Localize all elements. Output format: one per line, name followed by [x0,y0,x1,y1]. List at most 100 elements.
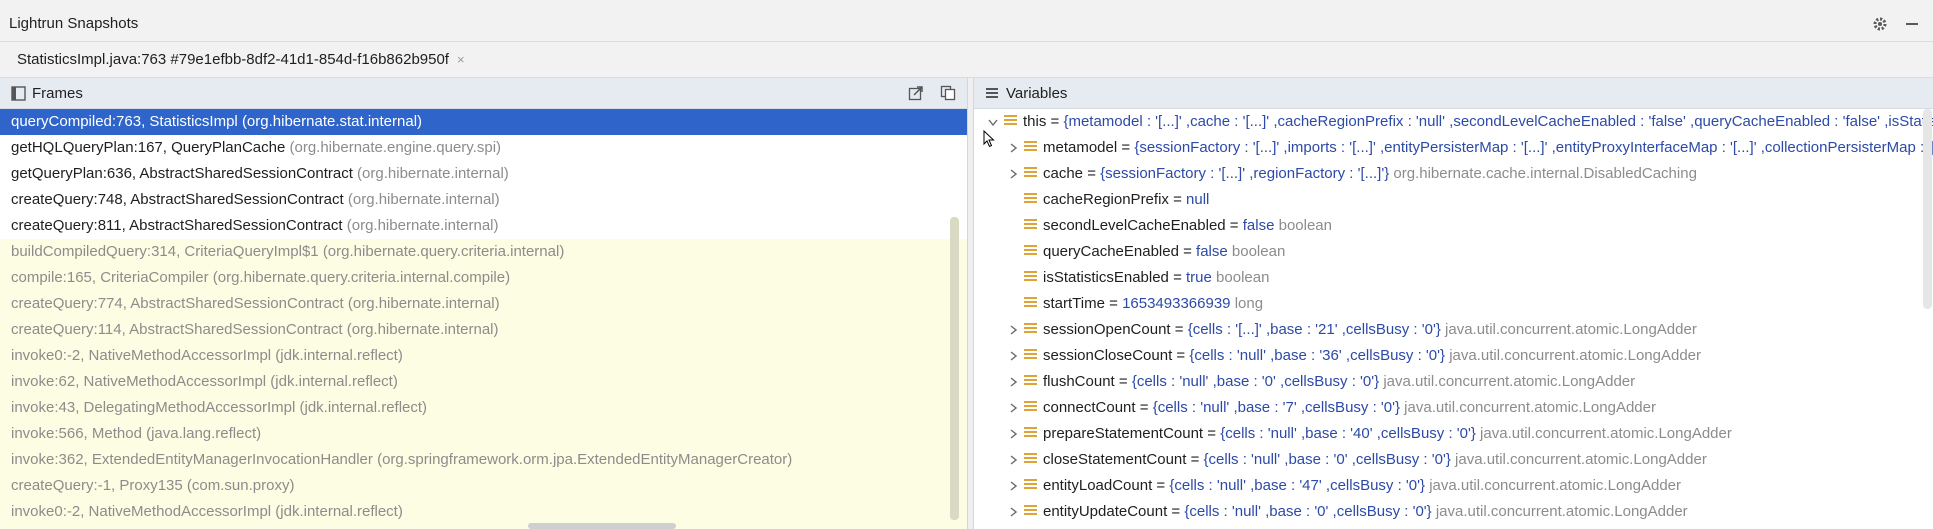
frame-package: (com.sun.proxy) [186,477,295,494]
variable-row[interactable]: metamodel = {sessionFactory : '[...]' ,i… [974,135,1933,161]
variable-name: connectCount [1043,399,1136,416]
variable-row[interactable]: startTime = 1653493366939 long [974,291,1933,317]
frame-method: invoke:62, NativeMethodAccessorImpl [11,373,267,390]
frame-row[interactable]: getHQLQueryPlan:167, QueryPlanCache (org… [0,135,967,161]
frame-row[interactable]: createQuery:748, AbstractSharedSessionCo… [0,187,967,213]
variable-value: {sessionFactory : '[...]' ,regionFactory… [1100,165,1390,182]
frame-package: (org.hibernate.engine.query.spi) [289,139,502,156]
chevron-right-icon[interactable] [1006,317,1020,343]
chevron-right-icon[interactable] [1006,135,1020,161]
frame-row[interactable]: invoke:43, DelegatingMethodAccessorImpl … [0,395,967,421]
frame-package: (org.hibernate.stat.internal) [241,113,423,130]
copy-icon[interactable] [939,84,957,102]
variable-value: false [1242,217,1275,234]
field-icon [1024,479,1037,493]
variable-row[interactable]: cacheRegionPrefix = null [974,187,1933,213]
variables-icon [984,85,1000,101]
variable-equals: = [1152,477,1170,494]
field-icon [1024,427,1037,441]
variable-value: {cells : 'null' ,base : '7' ,cellsBusy :… [1152,399,1400,416]
snapshot-tab[interactable]: StatisticsImpl.java:763 #79e1efbb-8df2-4… [0,42,475,77]
frame-method: createQuery:-1, Proxy135 [11,477,183,494]
horizontal-scrollbar[interactable] [528,523,676,529]
variable-row[interactable]: sessionCloseCount = {cells : 'null' ,bas… [974,343,1933,369]
variable-row[interactable]: flushCount = {cells : 'null' ,base : '0'… [974,369,1933,395]
frame-row[interactable]: queryCompiled:763, StatisticsImpl (org.h… [0,109,967,135]
minimize-icon[interactable] [1903,15,1921,33]
frame-package: (org.hibernate.internal) [347,191,500,208]
chevron-right-icon[interactable] [1006,161,1020,187]
frame-row[interactable]: invoke0:-2, NativeMethodAccessorImpl (jd… [0,499,967,525]
frame-package: (jdk.internal.reflect) [275,503,403,520]
frame-row[interactable]: compile:165, CriteriaCompiler (org.hiber… [0,265,967,291]
variable-row[interactable]: this = {metamodel : '[...]' ,cache : '[.… [974,109,1933,135]
variable-value: null [1186,191,1210,208]
variable-row[interactable]: sessionOpenCount = {cells : '[...]' ,bas… [974,317,1933,343]
variable-row[interactable]: queryCacheEnabled = false boolean [974,239,1933,265]
frame-method: createQuery:748, AbstractSharedSessionCo… [11,191,344,208]
variable-row[interactable]: isStatisticsEnabled = true boolean [974,265,1933,291]
variable-name: closeStatementCount [1043,451,1187,468]
variable-type: boolean [1231,243,1286,260]
field-icon [1024,375,1037,389]
frame-package: (jdk.internal.reflect) [299,399,428,416]
snapshot-tab-bar: StatisticsImpl.java:763 #79e1efbb-8df2-4… [0,42,1933,78]
frame-row[interactable]: invoke:566, Method (java.lang.reflect) [0,421,967,447]
variable-row[interactable]: closeStatementCount = {cells : 'null' ,b… [974,447,1933,473]
snapshot-tab-label: StatisticsImpl.java:763 #79e1efbb-8df2-4… [17,51,449,68]
field-icon [1024,401,1037,415]
frame-method: createQuery:114, AbstractSharedSessionCo… [11,321,343,338]
field-icon [1024,245,1037,259]
frame-method: createQuery:774, AbstractSharedSessionCo… [11,295,344,312]
frame-row[interactable]: createQuery:811, AbstractSharedSessionCo… [0,213,967,239]
frame-row[interactable]: createQuery:114, AbstractSharedSessionCo… [0,317,967,343]
chevron-right-icon[interactable] [1006,499,1020,525]
chevron-right-icon[interactable] [1006,473,1020,499]
variables-scrollbar[interactable] [1923,109,1932,309]
frame-row[interactable]: createQuery:-1, Proxy135 (com.sun.proxy) [0,473,967,499]
variable-equals: = [1168,269,1187,286]
variable-row[interactable]: entityUpdateCount = {cells : 'null' ,bas… [974,499,1933,525]
panel-splitter[interactable] [967,78,974,529]
gear-icon[interactable] [1871,15,1889,33]
frame-package: (org.springframework.orm.jpa.ExtendedEnt… [377,451,793,468]
frame-row[interactable]: invoke0:-2, NativeMethodAccessorImpl (jd… [0,343,967,369]
variable-row[interactable]: entityLoadCount = {cells : 'null' ,base … [974,473,1933,499]
chevron-right-icon[interactable] [1006,421,1020,447]
variable-type: boolean [1216,269,1270,286]
variable-name: entityUpdateCount [1043,503,1168,520]
variable-type: java.util.concurrent.atomic.LongAdder [1435,503,1688,520]
variable-row[interactable]: secondLevelCacheEnabled = false boolean [974,213,1933,239]
frame-row[interactable]: invoke:362, ExtendedEntityManagerInvocat… [0,447,967,473]
variable-row[interactable]: connectCount = {cells : 'null' ,base : '… [974,395,1933,421]
frame-row[interactable]: invoke:62, NativeMethodAccessorImpl (jdk… [0,369,967,395]
export-icon[interactable] [907,84,925,102]
chevron-right-icon[interactable] [1006,343,1020,369]
variable-value: {sessionFactory : '[...]' ,imports : '[.… [1134,139,1933,156]
frame-method: buildCompiledQuery:314, CriteriaQueryImp… [11,243,319,260]
frame-row[interactable]: getQueryPlan:636, AbstractSharedSessionC… [0,161,967,187]
frame-method: queryCompiled:763, StatisticsImpl [11,113,238,130]
chevron-right-icon[interactable] [1006,395,1020,421]
field-icon [1024,323,1037,337]
variable-row[interactable]: prepareStatementCount = {cells : 'null' … [974,421,1933,447]
variable-value: {cells : 'null' ,base : '40' ,cellsBusy … [1220,425,1476,442]
variables-header: Variables [974,78,1933,109]
frame-method: invoke:43, DelegatingMethodAccessorImpl [11,399,296,416]
close-icon[interactable]: × [457,52,465,67]
variable-equals: = [1203,425,1221,442]
frames-icon [10,85,26,101]
chevron-right-icon[interactable] [1006,369,1020,395]
frame-row[interactable]: createQuery:774, AbstractSharedSessionCo… [0,291,967,317]
frame-package: (jdk.internal.reflect) [270,373,398,390]
frame-method: compile:165, CriteriaCompiler [11,269,209,286]
variable-equals: = [1135,399,1153,416]
frames-scrollbar[interactable] [950,217,959,520]
variable-name: isStatisticsEnabled [1043,269,1169,286]
variable-row[interactable]: cache = {sessionFactory : '[...]' ,regio… [974,161,1933,187]
frames-actions [907,84,967,102]
frame-method: invoke0:-2, NativeMethodAccessorImpl [11,503,272,520]
frame-row[interactable]: buildCompiledQuery:314, CriteriaQueryImp… [0,239,967,265]
chevron-right-icon[interactable] [1006,447,1020,473]
frame-method: getHQLQueryPlan:167, QueryPlanCache [11,139,286,156]
